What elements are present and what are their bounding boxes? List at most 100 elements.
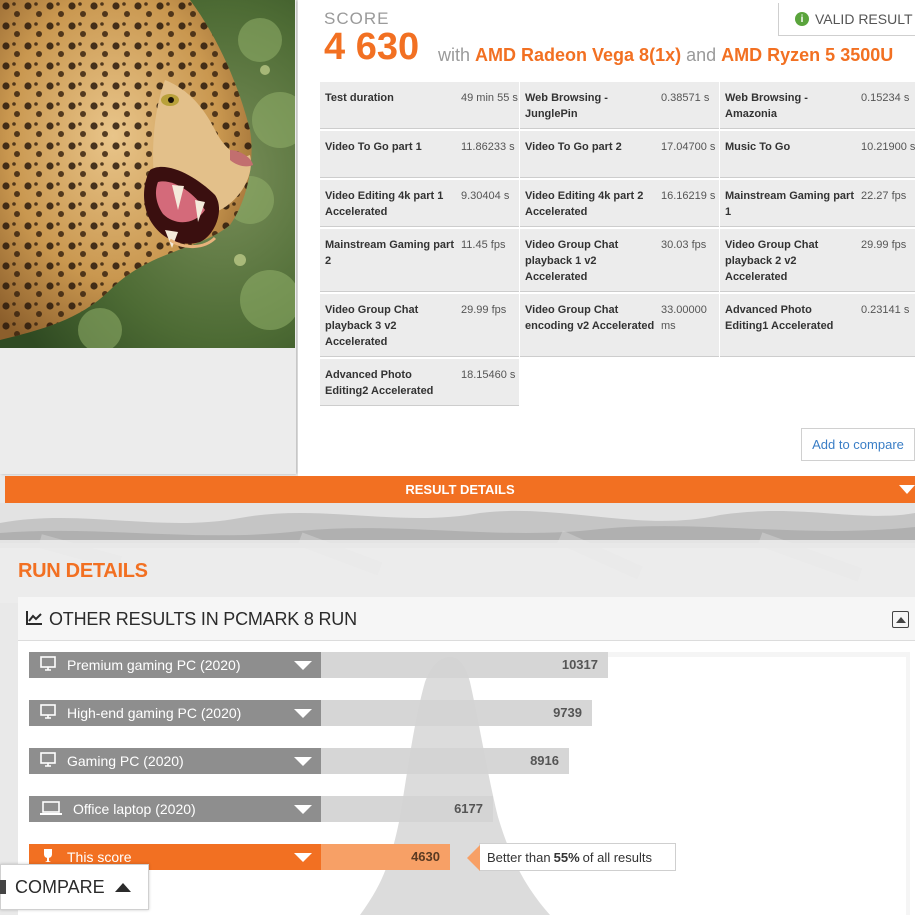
result-name: Advanced Photo Editing2 Accelerated xyxy=(325,369,434,397)
result-details-toggle[interactable]: RESULT DETAILS xyxy=(5,476,915,503)
result-cell: Advanced Photo Editing2 Accelerated 18.15… xyxy=(320,359,519,406)
compare-label: COMPARE xyxy=(15,876,105,897)
chevron-down-icon xyxy=(294,709,312,718)
comparison-dropdown[interactable]: Office laptop (2020) xyxy=(29,796,321,822)
collapse-icon[interactable] xyxy=(892,611,909,628)
score-hardware: with AMD Radeon Vega 8(1x) and AMD Ryzen… xyxy=(438,45,893,66)
tooltip-suffix: of all results xyxy=(582,849,653,865)
laptop-icon xyxy=(39,800,63,819)
result-cell: Video Group Chat playback 2 v2 Accelerat… xyxy=(720,229,915,292)
result-cell: Web Browsing - JunglePin 0.38571 s xyxy=(520,82,719,129)
result-cell: Video Editing 4k part 1 Accelerated 9.304… xyxy=(320,180,519,227)
result-value: 11.86233 s xyxy=(461,141,515,153)
result-cell: Mainstream Gaming part 2 11.45 fps xyxy=(320,229,519,292)
result-details-label: RESULT DETAILS xyxy=(405,482,515,497)
gpu-link[interactable]: AMD Radeon Vega 8(1x) xyxy=(475,45,681,65)
score-value: 4 630 xyxy=(324,26,420,68)
result-name: Video Group Chat encoding v2 Accelerated xyxy=(525,304,655,332)
result-name: Video Group Chat playback 2 v2 Accelerat… xyxy=(725,239,819,283)
valid-result-badge[interactable]: i VALID RESULT xyxy=(778,3,915,36)
score-bar-value: 8916 xyxy=(530,753,559,768)
result-name: Video Group Chat playback 1 v2 Accelerat… xyxy=(525,239,619,283)
result-cell: Video Group Chat encoding v2 Accelerated… xyxy=(520,294,719,357)
result-name: Test duration xyxy=(325,92,394,104)
leopard-image xyxy=(0,0,295,348)
background-banner xyxy=(0,503,915,603)
result-cell: Web Browsing - Amazonia 0.15234 s xyxy=(720,82,915,129)
result-name: Video To Go part 2 xyxy=(525,141,622,153)
result-value: 33.00000 ms xyxy=(661,304,707,332)
result-cell: Video Editing 4k part 2 Accelerated 16.16… xyxy=(520,180,719,227)
result-value: 0.38571 s xyxy=(661,92,710,104)
result-cell: Video To Go part 2 17.04700 s xyxy=(520,131,719,178)
result-cell: Music To Go 10.21900 s xyxy=(720,131,915,178)
result-value: 22.27 fps xyxy=(861,190,907,202)
score-bar-value: 10317 xyxy=(561,657,598,672)
result-value: 16.16219 s xyxy=(661,190,716,202)
score-bar-value: 6177 xyxy=(454,801,483,816)
result-name: Video Group Chat playback 3 v2 Accelerat… xyxy=(325,304,419,348)
percentile-tooltip: Better than 55% of all results xyxy=(467,843,676,871)
distribution-curve xyxy=(360,657,550,915)
comparison-row: Gaming PC (2020) 8916 xyxy=(29,748,569,774)
result-cell: Video Group Chat playback 1 v2 Accelerat… xyxy=(520,229,719,292)
result-card: SCORE 4 630 with AMD Radeon Vega 8(1x) a… xyxy=(0,0,915,476)
add-to-compare-button[interactable]: Add to compare xyxy=(801,428,915,461)
result-value: 9.30404 s xyxy=(461,190,510,202)
result-value: 11.45 fps xyxy=(461,239,506,251)
comparison-label: Premium gaming PC (2020) xyxy=(67,657,241,673)
result-name: Music To Go xyxy=(725,141,791,153)
comparison-label: This score xyxy=(67,849,132,865)
comparison-label: Gaming PC (2020) xyxy=(67,753,184,769)
result-name: Web Browsing - Amazonia xyxy=(725,92,808,120)
result-cell: Advanced Photo Editing1 Accelerated 0.231… xyxy=(720,294,915,357)
chevron-down-icon xyxy=(294,853,312,862)
result-image-column xyxy=(0,0,296,474)
plot-area xyxy=(320,657,906,915)
result-value: 0.23141 s xyxy=(861,304,910,316)
desktop-icon xyxy=(39,655,57,675)
result-value: 49 min 55 s xyxy=(461,92,518,104)
result-value: 17.04700 s xyxy=(661,141,716,153)
compare-button[interactable]: COMPARE xyxy=(0,864,149,910)
run-details-heading: RUN DETAILS xyxy=(18,560,148,582)
tooltip-prefix: Better than xyxy=(487,849,551,865)
result-name: Mainstream Gaming part 1 xyxy=(725,190,854,218)
score-bar-value: 4630 xyxy=(411,849,440,864)
result-name: Web Browsing - JunglePin xyxy=(525,92,608,120)
chevron-down-icon xyxy=(294,661,312,670)
result-name: Mainstream Gaming part 2 xyxy=(325,239,454,267)
result-cell: Video Group Chat playback 3 v2 Accelerat… xyxy=(320,294,519,357)
valid-result-label: VALID RESULT xyxy=(815,11,913,27)
and-text: and xyxy=(686,45,717,65)
panel-title: OTHER RESULTS IN PCMARK 8 RUN xyxy=(49,609,357,629)
info-icon: i xyxy=(795,12,809,26)
result-cell: Test duration 49 min 55 s xyxy=(320,82,519,129)
comparison-row: Premium gaming PC (2020) 10317 xyxy=(29,652,608,678)
cpu-link[interactable]: AMD Ryzen 5 3500U xyxy=(721,45,893,65)
comparison-row: Office laptop (2020) 6177 xyxy=(29,796,493,822)
result-cell: Mainstream Gaming part 1 22.27 fps xyxy=(720,180,915,227)
chevron-up-icon xyxy=(114,882,131,892)
result-value: 29.99 fps xyxy=(461,304,507,316)
result-name: Advanced Photo Editing1 Accelerated xyxy=(725,304,834,332)
result-value: 18.15460 s xyxy=(461,369,516,381)
compare-icon xyxy=(0,880,6,894)
chevron-down-icon xyxy=(294,757,312,766)
tooltip-percent: 55% xyxy=(553,849,580,865)
result-name: Video To Go part 1 xyxy=(325,141,422,153)
result-cell: Video To Go part 1 11.86233 s xyxy=(320,131,519,178)
comparison-label: Office laptop (2020) xyxy=(73,801,196,817)
chevron-down-icon xyxy=(899,485,915,494)
panel-header: OTHER RESULTS IN PCMARK 8 RUN xyxy=(18,597,915,641)
with-text: with xyxy=(438,45,471,65)
comparison-dropdown[interactable]: Gaming PC (2020) xyxy=(29,748,321,774)
result-name: Video Editing 4k part 1 Accelerated xyxy=(325,190,444,218)
result-value: 0.15234 s xyxy=(861,92,910,104)
comparison-dropdown[interactable]: High-end gaming PC (2020) xyxy=(29,700,321,726)
desktop-icon xyxy=(39,751,57,771)
line-chart-icon xyxy=(26,611,43,630)
desktop-icon xyxy=(39,703,57,723)
comparison-dropdown[interactable]: Premium gaming PC (2020) xyxy=(29,652,321,678)
comparison-row: High-end gaming PC (2020) 9739 xyxy=(29,700,592,726)
